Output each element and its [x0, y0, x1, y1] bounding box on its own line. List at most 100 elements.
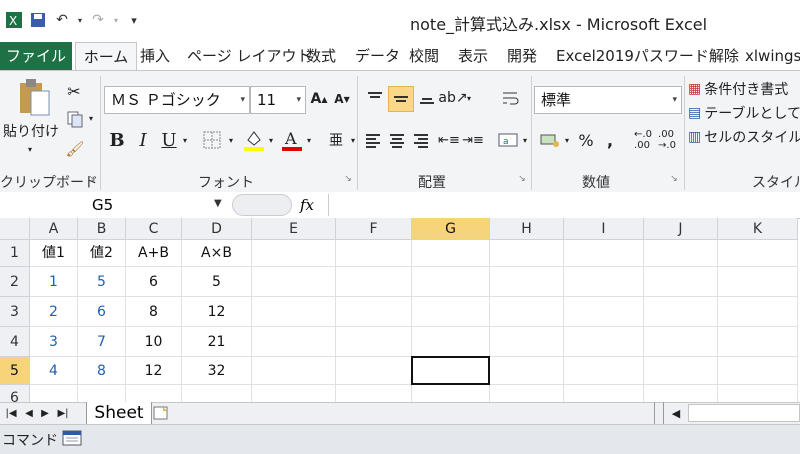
underline-dropdown-icon[interactable]: ▾: [180, 132, 190, 148]
align-middle-icon[interactable]: [388, 86, 414, 112]
cell-c3[interactable]: 8: [126, 297, 182, 327]
merge-center-icon[interactable]: a: [496, 128, 520, 152]
currency-format-icon[interactable]: [538, 128, 562, 152]
undo-dropdown-icon[interactable]: ▾: [76, 10, 84, 30]
borders-dropdown-icon[interactable]: ▾: [226, 132, 236, 148]
column-header-j[interactable]: J: [644, 218, 718, 240]
font-launcher-icon[interactable]: ↘: [342, 172, 354, 186]
comma-style-icon[interactable]: ,: [600, 128, 620, 152]
sheet-tab[interactable]: Sheet: [86, 402, 152, 424]
cell-i5[interactable]: [564, 357, 644, 385]
tab-file[interactable]: ファイル: [0, 42, 72, 70]
font-name-dropdown-icon[interactable]: ▾: [240, 87, 245, 113]
cell-j4[interactable]: [644, 327, 718, 357]
row-header-3[interactable]: 3: [0, 297, 30, 327]
scroll-left-icon[interactable]: ◀: [668, 404, 684, 422]
cell-b3[interactable]: 6: [78, 297, 126, 327]
copy-icon[interactable]: [64, 108, 86, 130]
cell-i3[interactable]: [564, 297, 644, 327]
cell-h5[interactable]: [490, 357, 564, 385]
cell-styles-button[interactable]: ▥ セルのスタイル: [688, 126, 800, 148]
cell-e4[interactable]: [252, 327, 336, 357]
cell-b1[interactable]: 値2: [78, 240, 126, 267]
cell-e3[interactable]: [252, 297, 336, 327]
cell-d4[interactable]: 21: [182, 327, 252, 357]
cell-f3[interactable]: [336, 297, 412, 327]
save-icon[interactable]: [28, 10, 48, 30]
name-box[interactable]: G5: [0, 194, 232, 216]
cell-f2[interactable]: [336, 267, 412, 297]
column-header-f[interactable]: F: [336, 218, 412, 240]
fill-color-dropdown-icon[interactable]: ▾: [266, 132, 276, 148]
tab-page-layout[interactable]: ページ レイアウト: [187, 42, 311, 70]
cell-f1[interactable]: [336, 240, 412, 267]
number-format-dropdown-icon[interactable]: ▾: [672, 87, 677, 113]
grow-font-icon[interactable]: A ▲: [310, 88, 328, 110]
tab-review[interactable]: 校閲: [409, 42, 439, 70]
column-header-b[interactable]: B: [78, 218, 126, 240]
first-sheet-icon[interactable]: |◀: [2, 404, 20, 422]
font-size-dropdown-icon[interactable]: ▾: [296, 87, 301, 113]
last-sheet-icon[interactable]: ▶|: [54, 404, 72, 422]
column-header-e[interactable]: E: [252, 218, 336, 240]
cell-f5[interactable]: [336, 357, 412, 385]
align-bottom-icon[interactable]: [416, 86, 438, 110]
cell-c2[interactable]: 6: [126, 267, 182, 297]
paste-button[interactable]: 貼り付け: [0, 121, 62, 141]
cell-c5[interactable]: 12: [126, 357, 182, 385]
cell-j1[interactable]: [644, 240, 718, 267]
cell-g4[interactable]: [412, 327, 490, 357]
align-right-icon[interactable]: [410, 128, 432, 152]
cell-i2[interactable]: [564, 267, 644, 297]
cell-j3[interactable]: [644, 297, 718, 327]
italic-button[interactable]: I: [132, 128, 154, 152]
cell-a2[interactable]: 1: [30, 267, 78, 297]
cell-c4[interactable]: 10: [126, 327, 182, 357]
cell-d5[interactable]: 32: [182, 357, 252, 385]
alignment-launcher-icon[interactable]: ↘: [516, 172, 528, 186]
decrease-decimal-icon[interactable]: .00 →.0: [656, 128, 678, 152]
align-left-icon[interactable]: [362, 128, 384, 152]
cell-k2[interactable]: [718, 267, 798, 297]
phonetic-guide-icon[interactable]: 亜: [324, 126, 348, 154]
paste-icon[interactable]: [14, 76, 54, 120]
underline-button[interactable]: U: [158, 128, 180, 152]
cell-a4[interactable]: 3: [30, 327, 78, 357]
insert-sheet-icon[interactable]: [150, 403, 172, 423]
row-header-4[interactable]: 4: [0, 327, 30, 357]
cell-h1[interactable]: [490, 240, 564, 267]
excel-app-icon[interactable]: X: [4, 10, 24, 30]
cut-icon[interactable]: ✂: [64, 80, 84, 102]
conditional-formatting-button[interactable]: ▦ 条件付き書式: [688, 78, 800, 100]
shrink-font-icon[interactable]: A ▼: [333, 88, 351, 110]
bold-button[interactable]: B: [106, 128, 128, 152]
column-header-i[interactable]: I: [564, 218, 644, 240]
cell-h3[interactable]: [490, 297, 564, 327]
wrap-text-icon[interactable]: [498, 86, 522, 110]
increase-decimal-icon[interactable]: ←.0.00: [632, 128, 654, 152]
cell-h2[interactable]: [490, 267, 564, 297]
cell-k4[interactable]: [718, 327, 798, 357]
cell-e2[interactable]: [252, 267, 336, 297]
increase-indent-icon[interactable]: ⇥≡: [462, 128, 484, 152]
cell-c1[interactable]: A+B: [126, 240, 182, 267]
merge-dropdown-icon[interactable]: ▾: [520, 132, 530, 148]
borders-icon[interactable]: [200, 128, 224, 152]
orientation-icon[interactable]: ab↗: [438, 86, 467, 110]
percent-style-icon[interactable]: %: [576, 128, 596, 152]
formula-input[interactable]: [328, 194, 800, 216]
number-format-combo[interactable]: 標準 ▾: [534, 86, 682, 114]
cell-g2[interactable]: [412, 267, 490, 297]
cell-g1[interactable]: [412, 240, 490, 267]
orientation-dropdown-icon[interactable]: ▾: [464, 90, 474, 106]
cell-g3[interactable]: [412, 297, 490, 327]
format-as-table-button[interactable]: ▤テーブルとして書: [688, 102, 800, 124]
cell-a1[interactable]: 値1: [30, 240, 78, 267]
redo-icon[interactable]: ↷: [88, 10, 108, 30]
align-center-icon[interactable]: [386, 128, 408, 152]
tab-split-handle[interactable]: [654, 402, 664, 424]
horizontal-scrollbar[interactable]: [688, 404, 800, 422]
name-box-dropdown-icon[interactable]: ▼: [214, 198, 222, 209]
format-painter-icon[interactable]: 🖌: [64, 138, 86, 160]
currency-dropdown-icon[interactable]: ▾: [562, 132, 572, 148]
